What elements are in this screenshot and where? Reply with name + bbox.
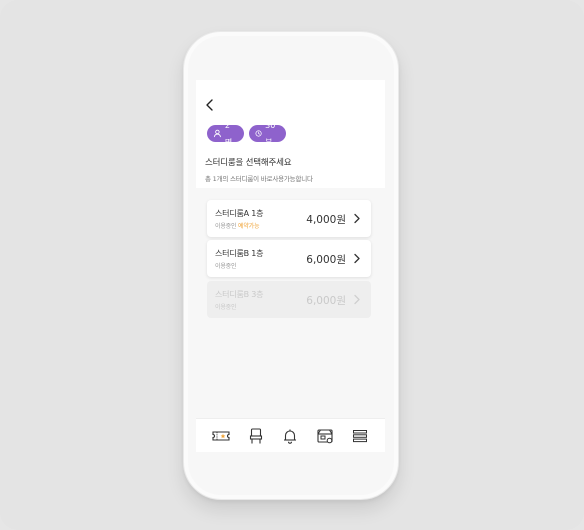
- tab-store[interactable]: [315, 426, 335, 446]
- people-filter-label: 2명: [224, 120, 233, 147]
- room-status: 이용중인: [215, 302, 236, 311]
- app-screen: 2명 30분 스터디룸을 선택해주세요 총 1개의 스터디룸이 바로사용가능합니…: [196, 80, 385, 452]
- room-item-a-1f[interactable]: 스터디룸A 1층 이용중인 예약가능 4,000원: [207, 200, 371, 237]
- room-status-prefix: 이용중인: [215, 304, 237, 311]
- room-price: 6,000원: [306, 254, 346, 266]
- chevron-right-icon: [354, 213, 360, 224]
- ticket-icon: [212, 431, 230, 441]
- chevron-right-icon: [354, 253, 360, 264]
- room-name: 스터디룸B 3층: [215, 290, 264, 299]
- menu-icon: [353, 430, 367, 443]
- people-filter-chip[interactable]: 2명: [207, 121, 244, 147]
- room-status-prefix: 이용중인: [215, 223, 237, 230]
- time-filter-label: 30분: [265, 120, 276, 147]
- bottom-tab-bar: [196, 418, 385, 452]
- room-item-b-3f: 스터디룸B 3층 이용중인 6,000원: [207, 281, 371, 318]
- room-name: 스터디룸B 1층: [215, 249, 264, 258]
- tab-seat[interactable]: [246, 426, 266, 446]
- tab-menu[interactable]: [350, 426, 370, 446]
- room-list: 스터디룸A 1층 이용중인 예약가능 4,000원 스터디룸B 1층 이용중인 …: [196, 188, 385, 418]
- person-icon: [213, 129, 221, 138]
- room-item-b-1f[interactable]: 스터디룸B 1층 이용중인 6,000원: [207, 240, 371, 277]
- time-filter-chip[interactable]: 30분: [249, 121, 286, 147]
- tab-notifications[interactable]: [280, 426, 300, 446]
- room-status-available: 예약가능: [238, 223, 260, 230]
- room-price: 4,000원: [306, 214, 346, 226]
- room-price: 6,000원: [306, 295, 346, 307]
- back-arrow-icon[interactable]: [203, 98, 217, 112]
- tab-ticket[interactable]: [211, 426, 231, 446]
- store-icon: [317, 429, 333, 444]
- clock-icon: [255, 130, 262, 137]
- chevron-right-icon: [354, 294, 360, 305]
- header: 2명 30분 스터디룸을 선택해주세요 총 1개의 스터디룸이 바로사용가능합니…: [196, 80, 385, 188]
- bell-icon: [284, 429, 296, 444]
- chair-icon: [249, 428, 263, 444]
- room-status: 이용중인 예약가능: [215, 221, 259, 230]
- page-subtitle: 총 1개의 스터디룸이 바로사용가능합니다: [205, 175, 313, 183]
- room-name: 스터디룸A 1층: [215, 209, 264, 218]
- room-status: 이용중인: [215, 261, 236, 270]
- page-title: 스터디룸을 선택해주세요: [205, 158, 292, 168]
- room-status-prefix: 이용중인: [215, 263, 237, 270]
